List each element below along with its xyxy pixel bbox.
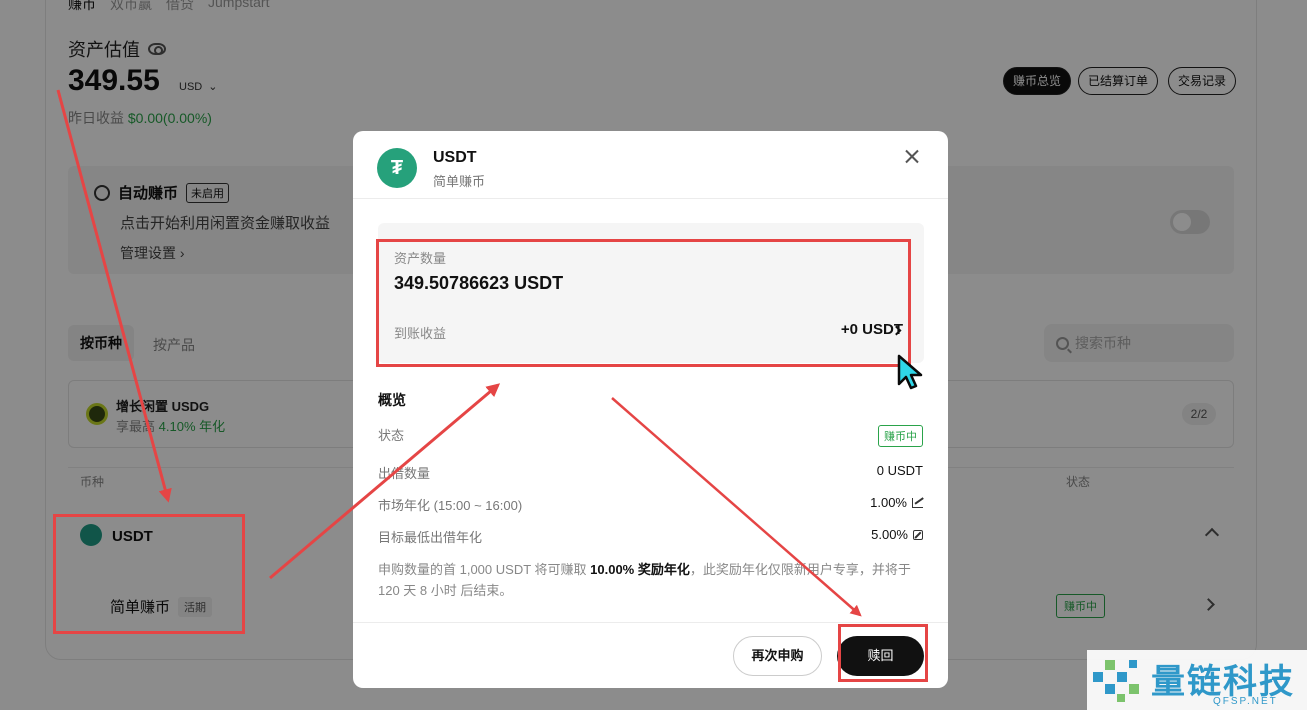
annotation-arrows xyxy=(56,89,862,617)
annotation-arrow xyxy=(56,89,172,503)
annotation-arrow xyxy=(269,383,501,580)
watermark-url: QFSP.NET xyxy=(1213,696,1278,707)
mouse-cursor-icon xyxy=(897,354,923,390)
annotation-arrow xyxy=(611,397,862,617)
watermark: 量链科技 QFSP.NET xyxy=(1087,650,1307,710)
watermark-logo-icon xyxy=(1093,660,1139,702)
